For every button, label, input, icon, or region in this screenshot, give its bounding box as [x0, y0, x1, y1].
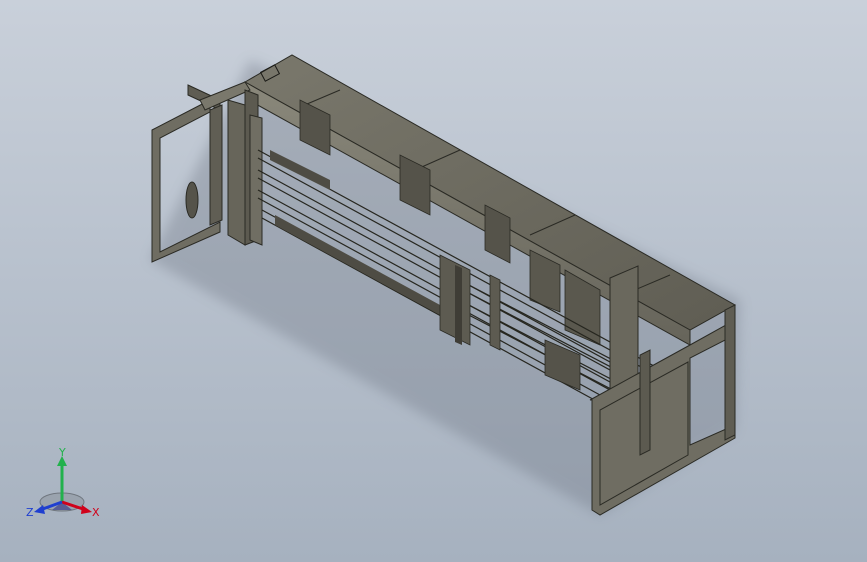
- machine-frame-model[interactable]: [0, 0, 867, 562]
- y-axis-label: Y: [59, 446, 66, 459]
- coordinate-triad-icon: Y X Z: [22, 444, 112, 524]
- graphics-viewport[interactable]: Y X Z: [0, 0, 867, 562]
- z-axis-label: Z: [26, 506, 34, 519]
- x-axis-label: X: [92, 506, 100, 519]
